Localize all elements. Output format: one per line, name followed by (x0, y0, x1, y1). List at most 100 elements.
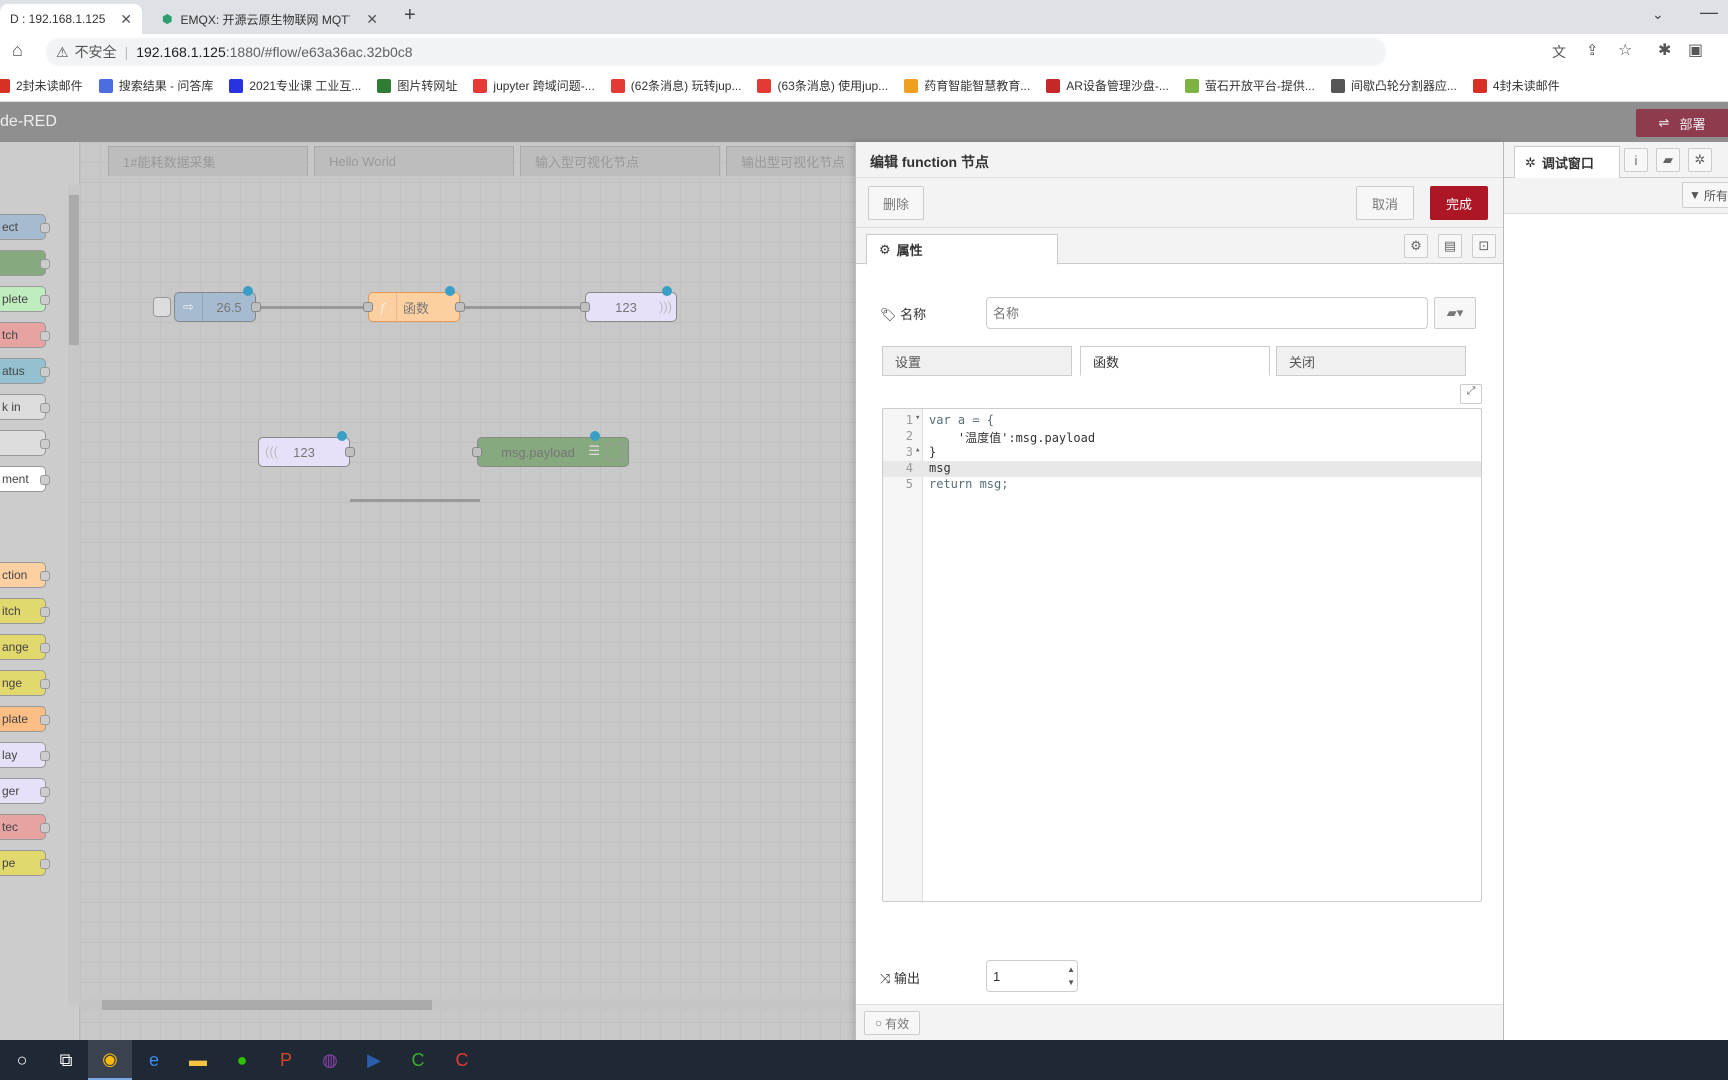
bookmark-item[interactable]: 图片转网址 (377, 77, 457, 94)
edge-icon[interactable]: e (132, 1040, 176, 1080)
ui-output-node[interactable]: 123 ))) (580, 286, 677, 322)
done-button[interactable]: 完成 (1430, 186, 1488, 220)
delete-button[interactable]: 删除 (868, 186, 924, 220)
bookmark-item[interactable]: 间歇凸轮分割器应... (1330, 77, 1457, 94)
ui-input-node[interactable]: ((( 123 (258, 431, 355, 467)
palette-node[interactable]: k in (0, 394, 50, 420)
task-view-icon[interactable]: ⧉ (44, 1040, 88, 1080)
filter-button[interactable]: ▼ 所有 (1682, 182, 1728, 208)
bookmark-item[interactable]: 2封未读邮件 (0, 77, 83, 94)
tab-debug[interactable]: ✲ 调试窗口 (1514, 146, 1620, 179)
search-circle-icon[interactable]: ○ (0, 1040, 44, 1080)
camtasia-green-icon[interactable]: C (396, 1040, 440, 1080)
palette-node[interactable] (0, 250, 50, 276)
palette-node-label: atus (2, 364, 25, 378)
separator: | (124, 44, 129, 60)
new-tab-button[interactable]: + (404, 4, 416, 27)
share-icon[interactable]: ⇪ (1586, 41, 1599, 59)
star-icon[interactable]: ☆ (1618, 40, 1632, 60)
palette-node[interactable] (0, 430, 50, 456)
translate-icon[interactable]: 文 (1552, 42, 1566, 62)
function-subtab[interactable]: 设置 (882, 346, 1072, 376)
name-input[interactable] (986, 297, 1428, 329)
tab-search-icon[interactable]: ⌄ (1652, 6, 1664, 23)
omnibox[interactable]: ⚠ 不安全 | 192.168.1.125 :1880/#flow/e63a36… (46, 38, 1386, 66)
library-button[interactable]: ▰▾ (1434, 297, 1476, 329)
line-number: 3 (905, 445, 913, 459)
chrome-icon[interactable]: ◉ (88, 1040, 132, 1080)
folder-icon[interactable]: ▬ (176, 1040, 220, 1080)
appearance-button[interactable]: ⊡ (1472, 234, 1496, 258)
palette-node[interactable]: atus (0, 358, 50, 384)
palette-scrollbar[interactable] (68, 185, 80, 1005)
fold-icon[interactable]: ▴ (915, 445, 920, 455)
book-icon[interactable]: ▰ (1656, 148, 1680, 172)
bookmark-item[interactable]: 药育智能智慧教育... (904, 77, 1030, 94)
palette-node[interactable]: ment (0, 466, 50, 492)
enabled-toggle[interactable]: ○ 有效 (864, 1011, 920, 1035)
bookmark-label: 2021专业课 工业互... (249, 79, 362, 93)
inject-node[interactable]: ⇨ 26.5 (153, 286, 261, 322)
powerpoint-icon[interactable]: P (264, 1040, 308, 1080)
palette-node[interactable]: ger (0, 778, 50, 804)
debug-toggle-button[interactable] (606, 443, 624, 461)
function-node[interactable]: ƒ 函数 (363, 286, 465, 322)
bookmark-item[interactable]: AR设备管理沙盘-... (1046, 77, 1169, 94)
browser-tab-emqx[interactable]: ⬢ EMQX: 开源云原生物联网 MQTT ✕ (152, 4, 388, 34)
home-icon[interactable]: ⌂ (12, 40, 23, 61)
palette-node[interactable]: tch (0, 322, 50, 348)
canvas-scrollbar[interactable] (80, 999, 855, 1011)
cancel-button[interactable]: 取消 (1356, 186, 1414, 220)
bookmark-item[interactable]: (62条消息) 玩转jup... (610, 77, 741, 94)
extensions-icon[interactable]: ✱ (1658, 40, 1671, 60)
description-button[interactable]: ▤ (1438, 234, 1462, 258)
wechat-icon[interactable]: ● (220, 1040, 264, 1080)
palette-node[interactable]: ange (0, 634, 50, 660)
code-text: var a = { (929, 413, 995, 427)
palette-node[interactable]: plate (0, 706, 50, 732)
palette-node[interactable]: ction (0, 562, 50, 588)
expand-editor-icon[interactable]: ⤢ (1460, 384, 1482, 404)
palette-node[interactable]: ect (0, 214, 50, 240)
function-subtab[interactable]: 函数 (1080, 346, 1270, 376)
inject-trigger-button[interactable] (153, 297, 171, 317)
palette-node[interactable]: lay (0, 742, 50, 768)
close-icon[interactable]: ✕ (366, 11, 378, 28)
palette-node[interactable]: pe (0, 850, 50, 876)
camtasia-red-icon[interactable]: C (440, 1040, 484, 1080)
workspace-tab[interactable]: 输出型可视化节点 (726, 146, 855, 176)
browser-tab-nodered[interactable]: D : 192.168.1.125 ✕ (0, 4, 142, 34)
palette-node[interactable]: plete (0, 286, 50, 312)
filter-icon: ▼ (1689, 188, 1701, 202)
settings-button[interactable]: ⚙ (1404, 234, 1428, 258)
app-purple-icon[interactable]: ◍ (308, 1040, 352, 1080)
palette-node[interactable]: itch (0, 598, 50, 624)
info-icon[interactable]: i (1624, 148, 1648, 172)
sidepanel-icon[interactable]: ▣ (1688, 40, 1703, 60)
debug-node[interactable]: msg.payload ☰ (472, 431, 629, 467)
code-line: 2 '温度值':msg.payload (883, 429, 1481, 445)
flow-canvas[interactable]: 1#能耗数据采集 Hello World 输入型可视化节点 输出型可视化节点 ⇨ 26… (80, 142, 855, 1040)
workspace-tab[interactable]: 1#能耗数据采集 (108, 146, 308, 176)
bookmark-item[interactable]: jupyter 跨域问题-... (473, 77, 595, 94)
bug-icon[interactable]: ✲ (1688, 148, 1712, 172)
close-icon[interactable]: ✕ (120, 11, 132, 28)
deploy-button[interactable]: ⇌ 部署 (1636, 109, 1728, 137)
palette-node[interactable]: tec (0, 814, 50, 840)
function-subtab[interactable]: 关闭 (1276, 346, 1466, 376)
powershell-icon[interactable]: ▶ (352, 1040, 396, 1080)
bookmark-item[interactable]: 搜索结果 - 问答库 (98, 77, 213, 94)
fold-icon[interactable]: ▾ (915, 413, 920, 423)
workspace-tab[interactable]: 输入型可视化节点 (520, 146, 720, 176)
bookmark-item[interactable]: (63条消息) 使用jup... (757, 77, 888, 94)
palette-node[interactable]: nge (0, 670, 50, 696)
bookmark-item[interactable]: 2021专业课 工业互... (229, 77, 361, 94)
stepper-icon[interactable]: ▲ ▼ (1067, 963, 1075, 989)
workspace-tab[interactable]: Hello World (314, 146, 514, 176)
bookmark-item[interactable]: 4封未读邮件 (1472, 77, 1560, 94)
minimize-icon[interactable]: — (1700, 2, 1718, 23)
tab-properties[interactable]: ⚙ 属性 (866, 234, 1058, 265)
bookmark-item[interactable]: 萤石开放平台-提供... (1184, 77, 1315, 94)
output-count-input[interactable]: 1 ▲ ▼ (986, 960, 1078, 992)
code-editor[interactable]: 1 ▾ var a = {2 '温度值':msg.payload 3 ▴} 4 msg 5 re… (882, 408, 1482, 902)
